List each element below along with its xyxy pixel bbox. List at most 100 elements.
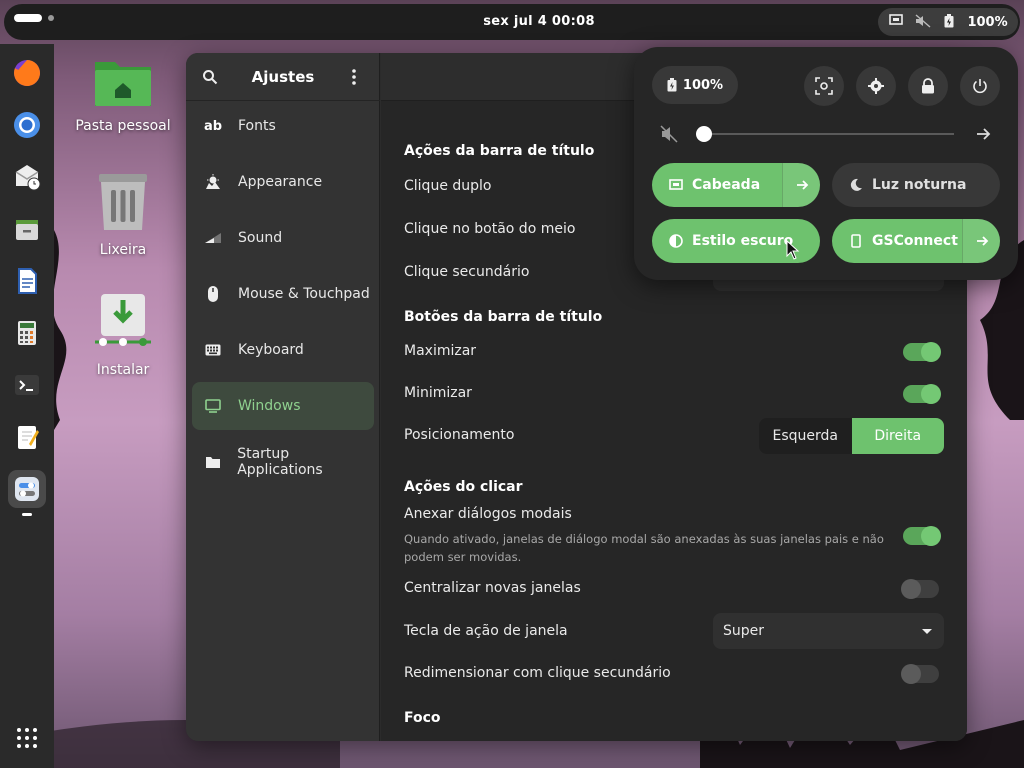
wired-network-toggle[interactable]: Cabeada — [652, 163, 820, 207]
kebab-menu-icon[interactable] — [350, 68, 358, 86]
sidebar-item-startup-applications[interactable]: Startup Applications — [192, 438, 374, 486]
switch-knob — [921, 342, 941, 362]
app-grid-icon — [17, 728, 37, 748]
sidebar-item-sound[interactable]: Sound — [192, 214, 374, 262]
placement-right-button[interactable]: Direita — [851, 418, 944, 454]
section-titlebar-buttons: Botões da barra de título — [404, 309, 603, 325]
tile-label: GSConnect — [872, 233, 958, 249]
section-click-actions: Ações do clicar — [404, 479, 523, 495]
power-button[interactable] — [960, 66, 1000, 106]
center-new-windows-switch[interactable] — [901, 579, 939, 599]
arrow-right-icon — [976, 236, 988, 246]
moon-icon — [848, 177, 864, 193]
resize-secondary-switch[interactable] — [901, 664, 939, 684]
monitor-icon — [202, 399, 224, 413]
placement-toggle: Esquerda Direita — [759, 418, 944, 454]
text-editor-launcher[interactable] — [8, 418, 46, 456]
appearance-icon — [202, 174, 224, 190]
gsconnect-toggle[interactable]: GSConnect — [832, 219, 1000, 263]
sidebar-item-appearance[interactable]: Appearance — [192, 158, 374, 206]
dark-style-icon — [668, 233, 684, 249]
sidebar-item-fonts[interactable]: ab Fonts — [192, 102, 374, 150]
file-cabinet-icon — [16, 220, 38, 240]
volume-slider-handle[interactable] — [696, 126, 712, 142]
power-icon — [973, 79, 987, 94]
sidebar-item-label: Keyboard — [238, 342, 304, 358]
switch-knob — [901, 664, 921, 684]
sidebar-header: Ajustes — [186, 53, 380, 101]
minimize-switch[interactable] — [903, 384, 941, 404]
tile-label: Luz noturna — [872, 177, 967, 193]
section-focus: Foco — [404, 710, 441, 726]
sidebar-item-mouse-touchpad[interactable]: Mouse & Touchpad — [192, 270, 374, 318]
volume-slider[interactable] — [706, 133, 954, 135]
switch-knob — [921, 384, 941, 404]
system-tray[interactable]: 100% — [878, 8, 1018, 36]
attach-modal-switch[interactable] — [903, 526, 941, 546]
placement-label: Posicionamento — [404, 427, 515, 443]
resize-secondary-label: Redimensionar com clique secundário — [404, 665, 671, 681]
mouse-icon — [202, 285, 224, 303]
document-viewer-launcher[interactable] — [8, 262, 46, 300]
maximize-label: Maximizar — [404, 343, 477, 359]
terminal-launcher[interactable] — [8, 366, 46, 404]
desktop-home-folder[interactable]: Pasta pessoal — [68, 56, 178, 134]
screenshot-button[interactable] — [804, 66, 844, 106]
document-icon — [18, 268, 37, 294]
maximize-switch[interactable] — [903, 342, 941, 362]
minimize-label: Minimizar — [404, 385, 472, 401]
lock-button[interactable] — [908, 66, 948, 106]
attach-modal-description: Quando ativado, janelas de diálogo modal… — [404, 532, 884, 564]
battery-button[interactable]: 100% — [652, 66, 738, 104]
sidebar-item-label: Windows — [238, 398, 301, 414]
switch-knob — [901, 579, 921, 599]
screenshot-icon — [815, 77, 833, 95]
desktop-icon-label: Pasta pessoal — [75, 118, 171, 134]
desktop-icon-label: Instalar — [96, 362, 150, 378]
volume-muted-icon[interactable] — [660, 125, 678, 143]
sidebar-item-keyboard[interactable]: Keyboard — [192, 326, 374, 374]
middle-click-label: Clique no botão do meio — [404, 221, 576, 237]
sidebar-item-windows[interactable]: Windows — [192, 382, 374, 430]
chromium-icon — [14, 112, 40, 138]
action-key-value: Super — [723, 623, 765, 639]
secondary-click-label: Clique secundário — [404, 264, 530, 280]
tweaks-launcher[interactable] — [8, 470, 46, 508]
battery-icon — [941, 14, 957, 30]
gsconnect-menu-button[interactable] — [962, 219, 1000, 263]
calculator-launcher[interactable] — [8, 314, 46, 352]
calculator-icon — [18, 321, 36, 345]
mail-launcher[interactable] — [8, 158, 46, 196]
mail-clock-icon — [15, 165, 41, 191]
sidebar-item-label: Sound — [238, 230, 283, 246]
phone-icon — [848, 233, 864, 249]
mouse-pointer-icon — [786, 240, 800, 260]
placement-left-button[interactable]: Esquerda — [759, 418, 852, 454]
desktop-icon-label: Lixeira — [99, 242, 147, 258]
battery-percentage: 100% — [682, 77, 724, 93]
gear-icon — [868, 78, 884, 94]
clock[interactable]: sex jul 4 00:08 — [0, 14, 1024, 29]
trash-icon — [99, 174, 147, 230]
firefox-launcher[interactable] — [8, 54, 46, 92]
sound-icon — [202, 232, 224, 244]
settings-button[interactable] — [856, 66, 896, 106]
sidebar-item-label: Startup Applications — [237, 446, 323, 478]
chevron-down-icon — [922, 629, 932, 634]
files-launcher[interactable] — [8, 210, 46, 248]
wired-network-menu-button[interactable] — [782, 163, 820, 207]
terminal-icon — [15, 375, 39, 395]
desktop-installer[interactable]: Instalar — [68, 294, 178, 378]
volume-muted-icon — [915, 14, 931, 30]
sidebar-item-label: Mouse & Touchpad — [238, 286, 370, 302]
center-new-windows-label: Centralizar novas janelas — [404, 580, 581, 596]
arrow-right-icon[interactable] — [974, 125, 992, 143]
tile-label: Estilo escuro — [692, 233, 794, 249]
sidebar: Ajustes ab Fonts Appearance Sound Mouse … — [186, 53, 380, 741]
night-light-toggle[interactable]: Luz noturna — [832, 163, 1000, 207]
chromium-launcher[interactable] — [8, 106, 46, 144]
show-apps-button[interactable] — [8, 719, 46, 757]
keyboard-icon — [202, 344, 224, 356]
action-key-dropdown[interactable]: Super — [713, 613, 944, 649]
desktop-trash[interactable]: Lixeira — [68, 172, 178, 258]
